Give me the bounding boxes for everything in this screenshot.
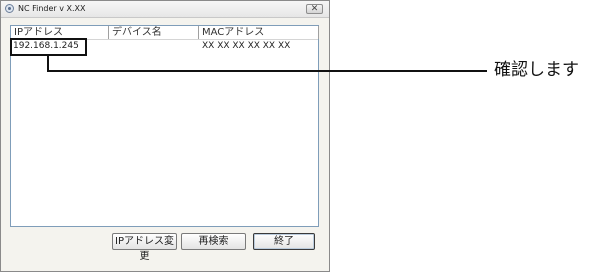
title-bar[interactable]: NC Finder v X.XX ✕ [1,1,329,18]
callout-leader-horizontal [47,70,487,72]
change-ip-address-button[interactable]: IPアドレス変更 [112,233,177,262]
close-icon: ✕ [310,4,319,14]
column-header-mac-address[interactable]: MACアドレス [199,26,319,39]
app-icon [5,4,14,13]
search-again-button[interactable]: 再検索 [181,233,246,250]
mac-address-cell: XX XX XX XX XX XX [202,41,291,51]
window-title: NC Finder v X.XX [18,4,86,13]
callout-label: 確認します [494,60,579,80]
close-button[interactable]: ✕ [306,4,323,14]
callout-leader-vertical [47,56,49,71]
column-header-device-name[interactable]: デバイス名 [109,26,199,39]
ip-highlight-box [10,38,87,56]
exit-button[interactable]: 終了 [253,233,315,250]
